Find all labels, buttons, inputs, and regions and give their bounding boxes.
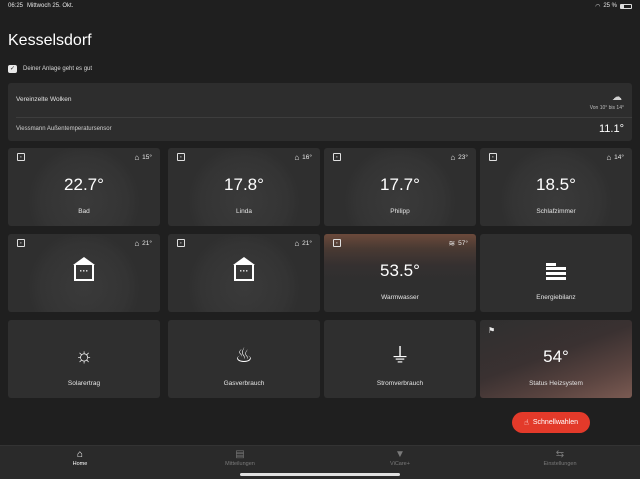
flame-icon: ♨ [235, 345, 253, 367]
tab-label: Home [72, 461, 88, 467]
energy-balance-icon [480, 259, 632, 285]
health-text: Deiner Anlage geht es gut [23, 66, 93, 72]
target-temp-value: 21° [302, 240, 312, 247]
room-name: Linda [236, 208, 252, 215]
room-name: Schlafzimmer [536, 208, 576, 215]
target-temp-value: 15° [142, 154, 152, 161]
page-title: Kesselsdorf [8, 32, 92, 49]
battery-text: 25 % [603, 3, 617, 9]
health-status: ✓ Deiner Anlage geht es gut [8, 65, 92, 73]
quick-select-label: Schnellwahlen [532, 419, 579, 426]
energy-balance-tile[interactable]: Energiebilanz [480, 234, 632, 312]
flag-icon: ⚑ [488, 326, 496, 335]
quick-select-button[interactable]: ☝ Schnellwahlen [512, 412, 590, 433]
home-heat-icon: ⌂ [134, 239, 140, 248]
room-temperature: 18.5° [536, 175, 576, 194]
home-heat-icon: ⌂ [294, 239, 300, 248]
calendar-icon: ▪ [177, 239, 185, 247]
weather-condition: Vereinzelte Wolken [16, 96, 72, 103]
home-heat-icon: ⌂ [294, 153, 300, 162]
target-temp-value: 16° [302, 154, 312, 161]
house-icon [168, 257, 320, 286]
home-indicator [240, 473, 400, 476]
target-temp-value: 57° [458, 240, 468, 247]
outside-temperature: 11.1° [599, 123, 624, 135]
gas-consumption-tile[interactable]: ♨ Gasverbrauch [168, 320, 320, 398]
weather-range: Von 10° bis 14° [589, 105, 624, 111]
divider [16, 117, 632, 118]
plug-icon: ⏚ [390, 345, 410, 367]
status-right: ◠ 25 % [595, 3, 632, 10]
cloud-moon-icon: ☁ [612, 92, 622, 103]
status-temperature: 54° [543, 347, 569, 366]
house-icon [8, 257, 160, 286]
wifi-icon: ◠ [595, 3, 601, 10]
target-temp: ⌂ 14° [606, 153, 624, 162]
room-tile-philipp[interactable]: ▪ ⌂ 23° 17.7° Philipp [324, 148, 476, 226]
heating-circuit-tile-2[interactable]: ▪ ⌂ 21° [168, 234, 320, 312]
room-temperature: 22.7° [64, 175, 104, 194]
calendar-icon: ▪ [17, 239, 25, 247]
target-temp: ⌂ 16° [294, 153, 312, 162]
calendar-icon: ▪ [489, 153, 497, 161]
heating-circuit-tile-1[interactable]: ▪ ⌂ 21° [8, 234, 160, 312]
target-temp-value: 21° [142, 240, 152, 247]
sliders-icon: ⇆ [555, 449, 565, 460]
room-temperature: 17.7° [380, 175, 420, 194]
tile-label: Warmwasser [381, 294, 419, 301]
calendar-icon: ▪ [177, 153, 185, 161]
tab-label: Einstellungen [543, 461, 577, 467]
calendar-icon: ▪ [333, 153, 341, 161]
vicare-icon: ▼ [395, 449, 405, 460]
hand-tap-icon: ☝ [523, 418, 529, 427]
tile-label: Gasverbrauch [223, 380, 265, 387]
status-time: 06:25 [8, 3, 24, 9]
tab-label: Mitteilungen [225, 461, 255, 467]
home-icon: ⌂ [76, 449, 84, 460]
tab-messages[interactable]: ▤ Mitteilungen [200, 449, 280, 467]
weather-card[interactable]: Vereinzelte Wolken ☁ Von 10° bis 14° Vie… [8, 83, 632, 141]
tab-vicare-plus[interactable]: ▼ ViCare+ [360, 449, 440, 467]
room-tile-bad[interactable]: ▪ ⌂ 15° 22.7° Bad [8, 148, 160, 226]
target-temp: ⌂ 23° [450, 153, 468, 162]
target-temp: ⌂ 15° [134, 153, 152, 162]
room-name: Philipp [390, 208, 410, 215]
home-heat-icon: ⌂ [134, 153, 140, 162]
solar-panel-icon: ☼ [74, 345, 94, 367]
check-icon: ✓ [8, 65, 17, 73]
target-temp: ≋ 57° [448, 239, 468, 248]
room-temperature: 17.8° [224, 175, 264, 194]
home-heat-icon: ⌂ [606, 153, 612, 162]
tab-label: ViCare+ [390, 461, 410, 467]
target-temp: ⌂ 21° [134, 239, 152, 248]
power-consumption-tile[interactable]: ⏚ Stromverbrauch [324, 320, 476, 398]
target-temp-value: 14° [614, 154, 624, 161]
target-temp-value: 23° [458, 154, 468, 161]
tile-label: Status Heizsystem [529, 380, 583, 387]
tab-settings[interactable]: ⇆ Einstellungen [520, 449, 600, 467]
room-tile-linda[interactable]: ▪ ⌂ 16° 17.8° Linda [168, 148, 320, 226]
warmwater-tile[interactable]: ▪ ≋ 57° 53.5° Warmwasser [324, 234, 476, 312]
tile-label: Stromverbrauch [376, 380, 424, 387]
tab-home[interactable]: ⌂ Home [40, 449, 120, 467]
room-name: Bad [78, 208, 90, 215]
battery-icon [620, 3, 632, 9]
home-heat-icon: ⌂ [450, 153, 456, 162]
inbox-icon: ▤ [235, 449, 245, 460]
water-heat-icon: ≋ [448, 239, 456, 248]
tile-label: Solarertrag [67, 380, 101, 387]
calendar-icon: ▪ [17, 153, 25, 161]
sensor-label: Viessmann Außentemperatursensor [16, 126, 112, 132]
target-temp: ⌂ 21° [294, 239, 312, 248]
warmwater-temperature: 53.5° [380, 261, 420, 280]
heating-status-tile[interactable]: ⚑ 54° Status Heizsystem [480, 320, 632, 398]
tile-label: Energiebilanz [536, 294, 576, 301]
status-bar: 06:25 Mittwoch 25. Okt. ◠ 25 % [0, 0, 640, 12]
solar-yield-tile[interactable]: ☼ Solarertrag [8, 320, 160, 398]
status-date: Mittwoch 25. Okt. [27, 3, 74, 9]
calendar-icon: ▪ [333, 239, 341, 247]
room-tile-schlafzimmer[interactable]: ▪ ⌂ 14° 18.5° Schlafzimmer [480, 148, 632, 226]
